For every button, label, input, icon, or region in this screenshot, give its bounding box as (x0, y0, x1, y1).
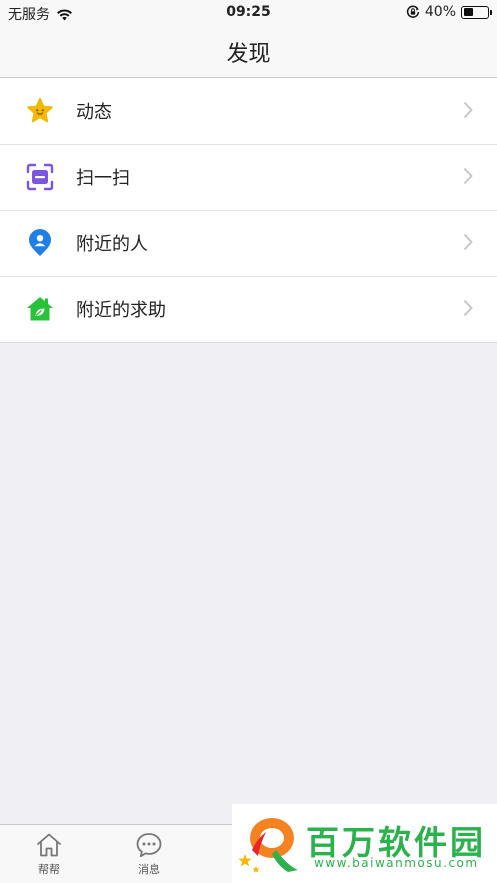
chevron-right-icon (463, 299, 473, 317)
menu-item-moments[interactable]: 动态 (0, 78, 497, 144)
chat-bubble-icon (136, 833, 162, 858)
menu-item-label: 附近的人 (76, 234, 148, 255)
watermark: 百万软件园 www.baiwanmosu.com (232, 804, 497, 883)
menu-item-nearby-people[interactable]: 附近的人 (0, 210, 497, 276)
battery-percent: 40% (424, 4, 456, 20)
tab-bangbang[interactable]: 帮帮 (19, 831, 79, 877)
star-icon (27, 98, 53, 123)
menu-item-label: 动态 (76, 102, 112, 123)
battery-level (463, 8, 473, 16)
discover-menu: 动态 扫一扫 附近的人 附近的求助 (0, 78, 497, 343)
tab-messages[interactable]: 消息 (119, 831, 179, 877)
page-title: 发现 (226, 42, 271, 67)
menu-item-scan[interactable]: 扫一扫 (0, 144, 497, 210)
house-leaf-icon (27, 297, 53, 321)
battery-icon (461, 5, 492, 19)
home-icon (37, 833, 61, 857)
watermark-logo-icon (238, 818, 298, 873)
menu-item-label: 附近的求助 (76, 300, 166, 321)
orientation-lock-icon (406, 5, 420, 18)
scan-icon (26, 163, 54, 191)
status-bar: 无服务 09:25 40% (0, 0, 497, 26)
tab-label: 帮帮 (38, 863, 60, 876)
chevron-right-icon (463, 233, 473, 251)
tab-label: 消息 (138, 863, 160, 876)
watermark-url: www.baiwanmosu.com (314, 856, 479, 870)
menu-item-label: 扫一扫 (76, 168, 130, 189)
location-person-icon (29, 229, 51, 256)
chevron-right-icon (463, 101, 473, 119)
chevron-right-icon (463, 167, 473, 185)
navigation-bar: 发现 (0, 26, 497, 78)
menu-item-nearby-help[interactable]: 附近的求助 (0, 276, 497, 342)
status-right: 40% (406, 4, 492, 20)
